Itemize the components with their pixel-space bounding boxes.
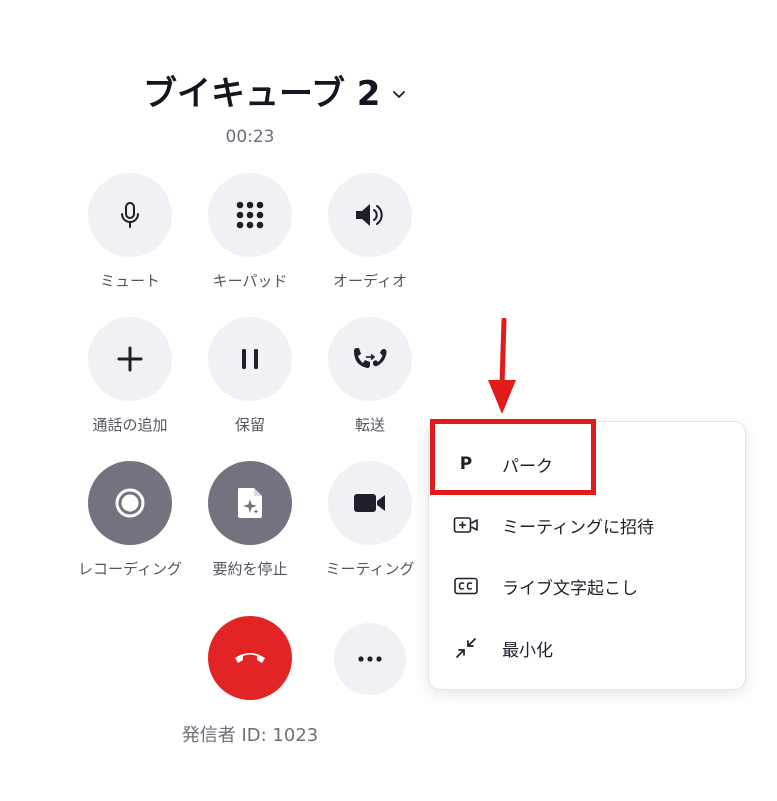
- meeting-label: ミーティング: [325, 560, 415, 578]
- meeting-button[interactable]: [328, 461, 412, 545]
- call-transfer-icon: [354, 348, 387, 368]
- annotation-arrow-icon: [488, 318, 516, 414]
- mute-label: ミュート: [99, 272, 160, 290]
- more-options-menu: P パーク ミーティングに招待 ライブ文字起こし 最小化: [428, 421, 746, 690]
- speaker-icon: [356, 204, 383, 226]
- keypad-label: キーパッド: [212, 272, 288, 290]
- add-call-label: 通話の追加: [92, 416, 168, 434]
- call-screen: ブイキューブ 2 00:23 ミュート キーパッド オーディオ 通話の追加 保留…: [0, 0, 777, 801]
- menu-item-live-caption[interactable]: ライブ文字起こし: [429, 557, 747, 615]
- menu-item-invite-meeting-label: ミーティングに招待: [502, 517, 654, 538]
- recording-label: レコーディング: [78, 560, 182, 578]
- more-options-button[interactable]: [334, 623, 406, 695]
- minimize-icon: [453, 635, 479, 661]
- stop-summary-label: 要約を停止: [212, 560, 288, 578]
- hold-button[interactable]: [208, 317, 292, 401]
- audio-button[interactable]: [328, 173, 412, 257]
- stop-summary-button[interactable]: [208, 461, 292, 545]
- transfer-label: 転送: [354, 416, 385, 434]
- mute-button[interactable]: [88, 173, 172, 257]
- closed-caption-icon: [453, 573, 479, 599]
- more-dots-icon: [358, 656, 382, 662]
- caller-id: 発信者 ID: 1023: [181, 725, 319, 746]
- menu-item-minimize[interactable]: 最小化: [429, 619, 747, 677]
- menu-item-minimize-label: 最小化: [502, 640, 553, 661]
- call-timer: 00:23: [225, 127, 275, 147]
- ai-summary-document-icon: [238, 488, 262, 518]
- call-title-text: ブイキューブ 2: [143, 74, 381, 114]
- hang-up-icon: [235, 653, 265, 663]
- microphone-icon: [121, 202, 139, 228]
- menu-item-live-caption-label: ライブ文字起こし: [502, 578, 638, 599]
- video-plus-icon: [453, 512, 479, 538]
- recording-button[interactable]: [88, 461, 172, 545]
- add-call-button[interactable]: [88, 317, 172, 401]
- hold-label: 保留: [234, 416, 265, 434]
- transfer-button[interactable]: [328, 317, 412, 401]
- video-camera-icon: [354, 494, 385, 512]
- call-title[interactable]: ブイキューブ 2: [143, 66, 408, 115]
- record-icon: [115, 488, 145, 518]
- park-icon: P: [459, 454, 473, 474]
- chevron-down-icon: [393, 90, 406, 98]
- plus-icon: [117, 346, 143, 372]
- menu-item-park[interactable]: P パーク: [429, 435, 747, 493]
- audio-label: オーディオ: [333, 272, 407, 290]
- end-call-button[interactable]: [208, 616, 292, 700]
- keypad-button[interactable]: [208, 173, 292, 257]
- menu-item-park-label: パーク: [502, 456, 553, 477]
- menu-item-invite-meeting[interactable]: ミーティングに招待: [429, 496, 747, 554]
- pause-icon: [242, 349, 258, 369]
- keypad-icon: [236, 201, 264, 229]
